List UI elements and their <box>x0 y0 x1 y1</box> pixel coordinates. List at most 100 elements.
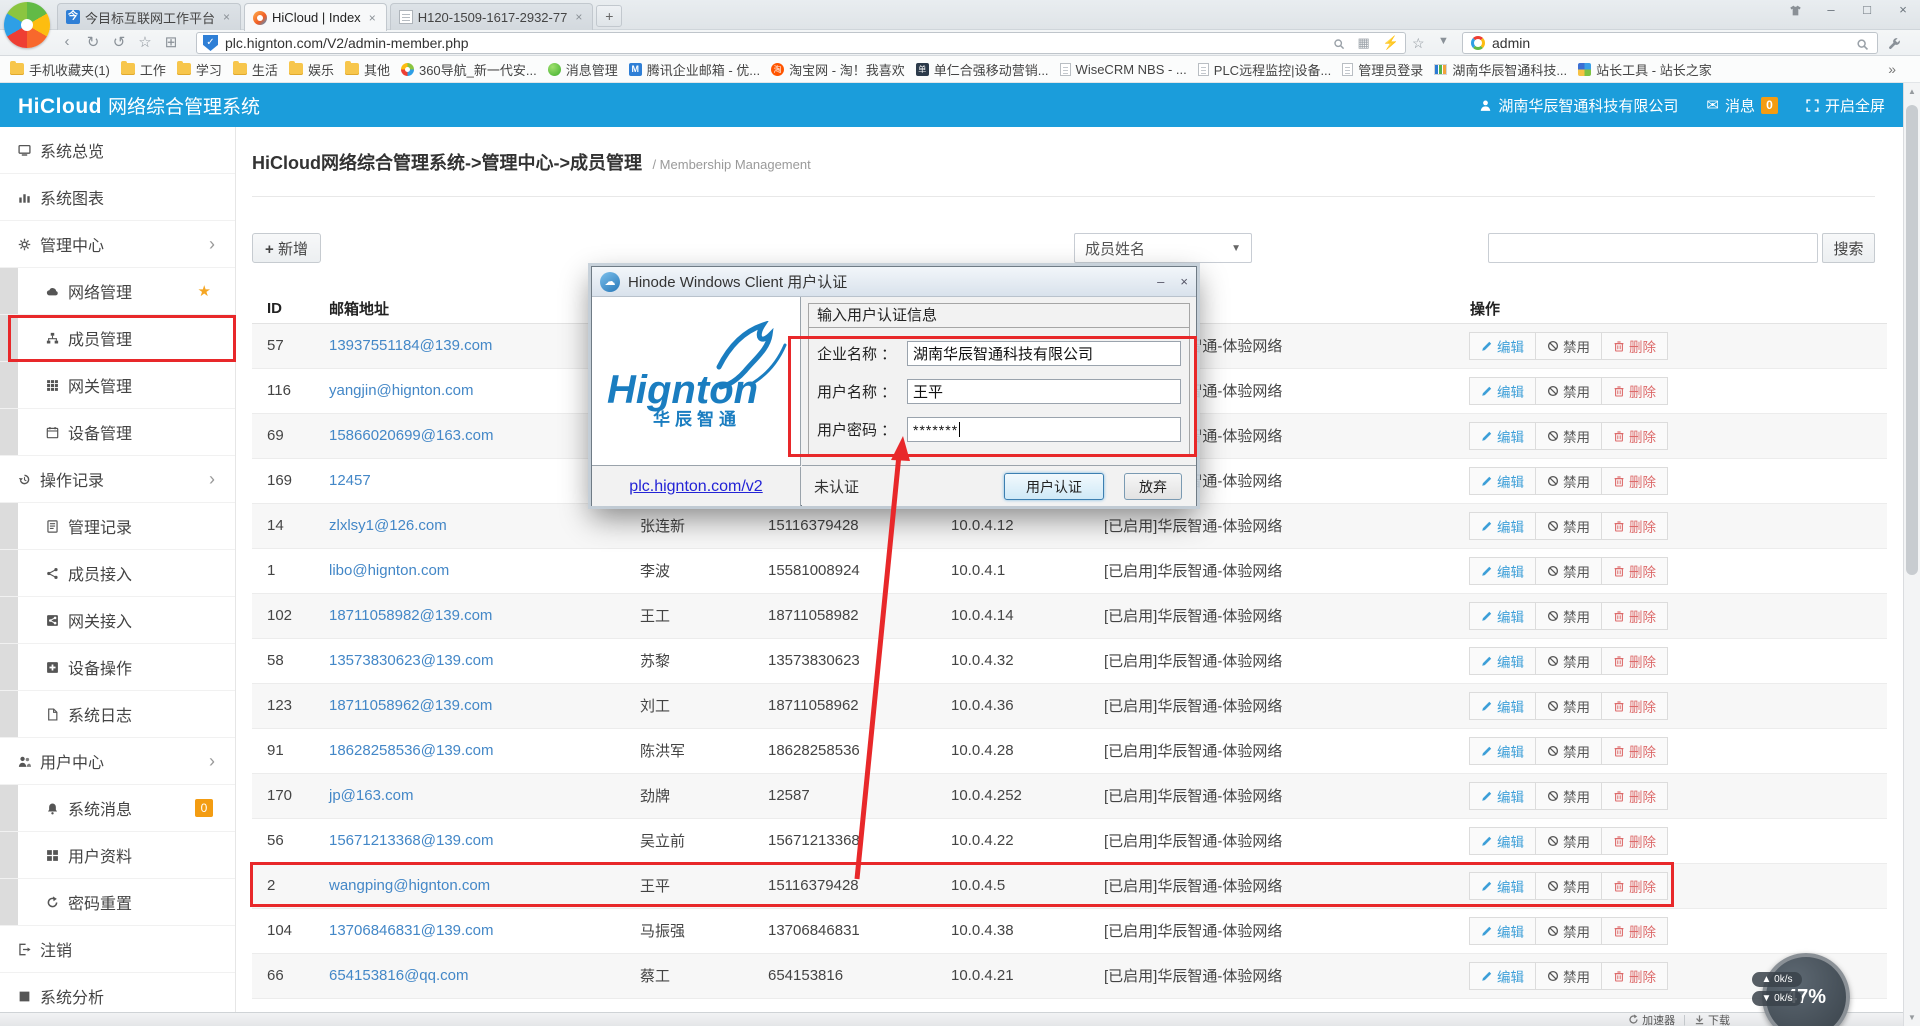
email-link[interactable]: 18628258536@139.com <box>329 742 494 759</box>
table-row[interactable]: 14zlxlsy1@126.com张连新1511637942810.0.4.12… <box>252 503 1887 548</box>
sidebar-item-user-profile[interactable]: 用户资料 <box>0 832 235 879</box>
email-link[interactable]: jp@163.com <box>329 787 413 804</box>
delete-button[interactable]: 删除 <box>1601 422 1668 450</box>
edit-button[interactable]: 编辑 <box>1469 467 1536 495</box>
delete-button[interactable]: 删除 <box>1601 557 1668 585</box>
email-link[interactable]: 15866020699@163.com <box>329 427 494 444</box>
disable-button[interactable]: 禁用 <box>1535 737 1602 765</box>
company-account[interactable]: 湖南华辰智通科技有限公司 <box>1479 95 1678 116</box>
edit-button[interactable]: 编辑 <box>1469 377 1536 405</box>
edit-button[interactable]: 编辑 <box>1469 827 1536 855</box>
tools-wrench-icon[interactable] <box>1888 35 1901 53</box>
delete-button[interactable]: 删除 <box>1601 827 1668 855</box>
edit-button[interactable]: 编辑 <box>1469 737 1536 765</box>
disable-button[interactable]: 禁用 <box>1535 512 1602 540</box>
delete-button[interactable]: 删除 <box>1601 647 1668 675</box>
table-row[interactable]: 2wangping@hignton.com王平1511637942810.0.4… <box>252 863 1887 908</box>
url-input[interactable]: ✓ plc.hignton.com/V2/admin-member.php ▦ … <box>196 32 1406 54</box>
disable-button[interactable]: 禁用 <box>1535 377 1602 405</box>
download-button[interactable]: 下载 <box>1694 1012 1730 1026</box>
url-dropdown-icon[interactable]: ▼ <box>1438 35 1449 47</box>
accelerator-button[interactable]: 加速器 <box>1628 1012 1675 1026</box>
disable-button[interactable]: 禁用 <box>1535 332 1602 360</box>
scroll-up-icon[interactable]: ▲ <box>1904 83 1920 100</box>
favorites-icon[interactable]: ☆ <box>134 33 156 51</box>
bookmark-star-icon[interactable]: ☆ <box>1412 35 1425 52</box>
bookmark-item[interactable]: 娱乐 <box>289 60 334 79</box>
bookmark-item[interactable]: 手机收藏夹(1) <box>10 60 110 79</box>
browser-tab-1[interactable]: 今 今目标互联网工作平台 × <box>57 3 241 30</box>
sidebar-item-op-records[interactable]: 操作记录› <box>0 456 235 503</box>
bookmark-item[interactable]: 淘宝网 - 淘！我喜欢 <box>771 60 905 79</box>
sidebar-item-member-access[interactable]: 成员接入 <box>0 550 235 597</box>
bookmark-item[interactable]: 学习 <box>177 60 222 79</box>
search-input[interactable]: admin <box>1462 32 1878 54</box>
delete-button[interactable]: 删除 <box>1601 602 1668 630</box>
refresh-icon[interactable]: ↻ <box>82 33 104 51</box>
sidebar-item-admin-records[interactable]: 管理记录 <box>0 503 235 550</box>
apps-icon[interactable]: ⊞ <box>160 33 182 51</box>
dialog-title-bar[interactable]: ☁ Hinode Windows Client 用户认证 – × <box>592 267 1196 297</box>
disable-button[interactable]: 禁用 <box>1535 917 1602 945</box>
dialog-close-icon[interactable]: × <box>1180 274 1188 289</box>
disable-button[interactable]: 禁用 <box>1535 647 1602 675</box>
zoom-icon[interactable] <box>1333 36 1345 51</box>
add-member-button[interactable]: + 新增 <box>252 233 321 263</box>
bookmark-item[interactable]: 管理员登录 <box>1342 60 1423 79</box>
edit-button[interactable]: 编辑 <box>1469 557 1536 585</box>
sidebar-item-gateway-access[interactable]: 网关接入 <box>0 597 235 644</box>
email-link[interactable]: yangjin@hignton.com <box>329 382 473 399</box>
dialog-minimize-icon[interactable]: – <box>1157 274 1164 289</box>
email-link[interactable]: 12457 <box>329 472 371 489</box>
qr-code-icon[interactable]: ▦ <box>1358 35 1370 51</box>
bookmark-item[interactable]: 消息管理 <box>548 60 618 79</box>
bookmark-item[interactable]: 360导航_新一代安... <box>401 60 537 79</box>
table-row[interactable]: 9118628258536@139.com陈洪军1862825853610.0.… <box>252 728 1887 773</box>
bookmark-item[interactable]: 站长工具 - 站长之家 <box>1578 60 1712 79</box>
page-scrollbar[interactable]: ▲ ▼ <box>1903 83 1920 1026</box>
sidebar-item-user-center[interactable]: 用户中心› <box>0 738 235 785</box>
minimize-icon[interactable]: – <box>1820 2 1842 17</box>
disable-button[interactable]: 禁用 <box>1535 467 1602 495</box>
disable-button[interactable]: 禁用 <box>1535 872 1602 900</box>
password-input[interactable]: ******* <box>907 417 1181 442</box>
sidebar-item-device-mgmt[interactable]: 设备管理 <box>0 409 235 456</box>
search-button[interactable]: 搜索 <box>1822 233 1875 263</box>
delete-button[interactable]: 删除 <box>1601 917 1668 945</box>
messages-link[interactable]: ✉ 消息 0 <box>1706 95 1778 116</box>
email-link[interactable]: 15671213368@139.com <box>329 832 494 849</box>
delete-button[interactable]: 删除 <box>1601 692 1668 720</box>
delete-button[interactable]: 删除 <box>1601 512 1668 540</box>
bookmark-item[interactable]: 腾讯企业邮箱 - 优... <box>629 60 760 79</box>
disable-button[interactable]: 禁用 <box>1535 557 1602 585</box>
table-row[interactable]: 66654153816@qq.com蔡工65415381610.0.4.21[已… <box>252 953 1887 998</box>
browser-tab-3[interactable]: H120-1509-1617-2932-77 × <box>390 3 594 30</box>
abandon-button[interactable]: 放弃 <box>1124 473 1182 500</box>
tab-close-icon[interactable]: × <box>221 10 232 24</box>
email-link[interactable]: 13706846831@139.com <box>329 922 494 939</box>
lightning-icon[interactable]: ⚡ <box>1383 35 1399 51</box>
sidebar-item-system-charts[interactable]: 系统图表 <box>0 174 235 221</box>
sidebar-item-password-reset[interactable]: 密码重置 <box>0 879 235 926</box>
bookmark-item[interactable]: 其他 <box>345 60 390 79</box>
edit-button[interactable]: 编辑 <box>1469 332 1536 360</box>
table-row[interactable]: 1libo@hignton.com李波1558100892410.0.4.1[已… <box>252 548 1887 593</box>
delete-button[interactable]: 删除 <box>1601 962 1668 990</box>
fullscreen-button[interactable]: 开启全屏 <box>1806 95 1885 116</box>
disable-button[interactable]: 禁用 <box>1535 602 1602 630</box>
email-link[interactable]: wangping@hignton.com <box>329 877 490 894</box>
edit-button[interactable]: 编辑 <box>1469 602 1536 630</box>
disable-button[interactable]: 禁用 <box>1535 782 1602 810</box>
undo-icon[interactable]: ↺ <box>108 33 130 51</box>
table-row[interactable]: 5615671213368@139.com吴立前1567121336810.0.… <box>252 818 1887 863</box>
table-row[interactable]: 10218711058982@139.com王工1871105898210.0.… <box>252 593 1887 638</box>
username-input[interactable]: 王平 <box>907 379 1181 404</box>
sidebar-item-admin-center[interactable]: 管理中心› <box>0 221 235 268</box>
bookmark-item[interactable]: PLC远程监控|设备... <box>1198 60 1332 79</box>
table-row[interactable]: 5813573830623@139.com苏黎1357383062310.0.4… <box>252 638 1887 683</box>
back-icon[interactable]: ‹ <box>56 33 78 50</box>
disable-button[interactable]: 禁用 <box>1535 962 1602 990</box>
new-tab-button[interactable]: + <box>596 5 622 27</box>
disable-button[interactable]: 禁用 <box>1535 827 1602 855</box>
email-link[interactable]: libo@hignton.com <box>329 562 449 579</box>
